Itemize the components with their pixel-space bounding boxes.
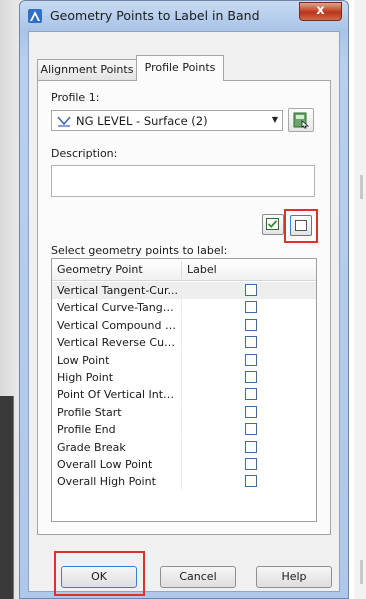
geometry-point-name: Overall High Point [57, 475, 156, 489]
geometry-point-name: Vertical Tangent-Cur... [57, 284, 178, 297]
geometry-point-name: Vertical Curve-Tange... [57, 301, 179, 315]
autocad-civil-icon [28, 9, 42, 23]
table-row[interactable]: High Point [52, 369, 316, 386]
label-checkbox[interactable] [245, 388, 257, 401]
table-row[interactable]: Profile End [52, 421, 316, 439]
table-row[interactable]: Vertical Curve-Tange... [52, 299, 316, 317]
title-bar[interactable]: Geometry Points to Label in Band x [20, 1, 348, 31]
label-checkbox[interactable] [245, 440, 257, 453]
dialog-window: Geometry Points to Label in Band x Align… [19, 0, 349, 599]
label-checkbox[interactable] [245, 458, 257, 470]
geometry-point-name: Vertical Reverse Curv... [57, 336, 179, 350]
description-field[interactable] [51, 165, 315, 197]
highlight-ok [54, 551, 145, 596]
table-row[interactable]: Profile Start [52, 403, 316, 421]
table-row[interactable]: Vertical Reverse Curv... [52, 334, 316, 352]
column-header-geometry-point[interactable]: Geometry Point [52, 259, 181, 281]
label-checkbox[interactable] [245, 405, 257, 418]
description-label: Description: [51, 147, 118, 160]
geometry-point-name: Overall Low Point [57, 458, 153, 471]
help-button[interactable]: Help [256, 566, 332, 588]
label-checkbox[interactable] [245, 475, 257, 488]
table-row[interactable]: Overall High Point [52, 473, 316, 491]
pick-from-drawing-button[interactable] [288, 108, 314, 132]
label-checkbox[interactable] [245, 423, 257, 436]
geometry-points-list[interactable]: Geometry Point Label Vertical Tangent-Cu… [51, 258, 317, 522]
table-row[interactable]: Grade Break [52, 438, 316, 456]
label-checkbox[interactable] [245, 336, 257, 349]
label-checkbox[interactable] [245, 371, 257, 383]
table-row[interactable]: Point Of Vertical Inter... [52, 386, 316, 404]
profile-dropdown[interactable]: NG LEVEL - Surface (2) ▼ [51, 110, 283, 131]
pick-from-drawing-icon [293, 112, 310, 129]
geometry-point-name: Point Of Vertical Inter... [57, 388, 179, 402]
profile-icon [57, 116, 71, 127]
close-button[interactable]: x [299, 2, 342, 21]
cancel-button[interactable]: Cancel [160, 566, 236, 588]
geometry-point-name: Profile Start [57, 405, 122, 419]
profile-selected-value: NG LEVEL - Surface (2) [76, 114, 208, 128]
table-row[interactable]: Overall Low Point [52, 456, 316, 473]
profile-label: Profile 1: [51, 91, 100, 104]
tab-panel-profile-points: Profile 1: NG LEVEL - Surface (2) ▼ Desc… [37, 80, 331, 535]
label-checkbox[interactable] [245, 318, 257, 331]
geometry-point-name: Grade Break [57, 440, 126, 454]
dialog-title: Geometry Points to Label in Band [50, 8, 260, 23]
table-row[interactable]: Vertical Compound C... [52, 316, 316, 334]
geometry-point-name: Vertical Compound C... [57, 318, 179, 332]
chevron-down-icon: ▼ [271, 115, 278, 124]
geometry-point-name: Profile End [57, 423, 116, 437]
tab-alignment-points[interactable]: Alignment Points [37, 59, 137, 81]
checkbox-checked-icon [266, 218, 279, 230]
column-header-label[interactable]: Label [182, 259, 262, 281]
geometry-point-name: Low Point [57, 353, 110, 367]
table-row[interactable]: Low Point [52, 351, 316, 369]
geometry-point-name: High Point [57, 371, 114, 384]
check-all-button[interactable] [262, 214, 284, 235]
background-right-edge [354, 0, 366, 599]
label-checkbox[interactable] [245, 284, 257, 296]
background-dark-panel [0, 396, 14, 599]
select-points-label: Select geometry points to label: [51, 244, 228, 257]
tab-profile-points[interactable]: Profile Points [136, 55, 224, 81]
label-checkbox[interactable] [245, 353, 257, 366]
list-header: Geometry Point Label [52, 259, 316, 281]
table-row[interactable]: Vertical Tangent-Cur... [52, 282, 316, 299]
label-checkbox[interactable] [245, 301, 257, 314]
dialog-client-area: Alignment Points Profile Points Profile … [28, 31, 340, 596]
highlight-clear-all [284, 209, 318, 243]
